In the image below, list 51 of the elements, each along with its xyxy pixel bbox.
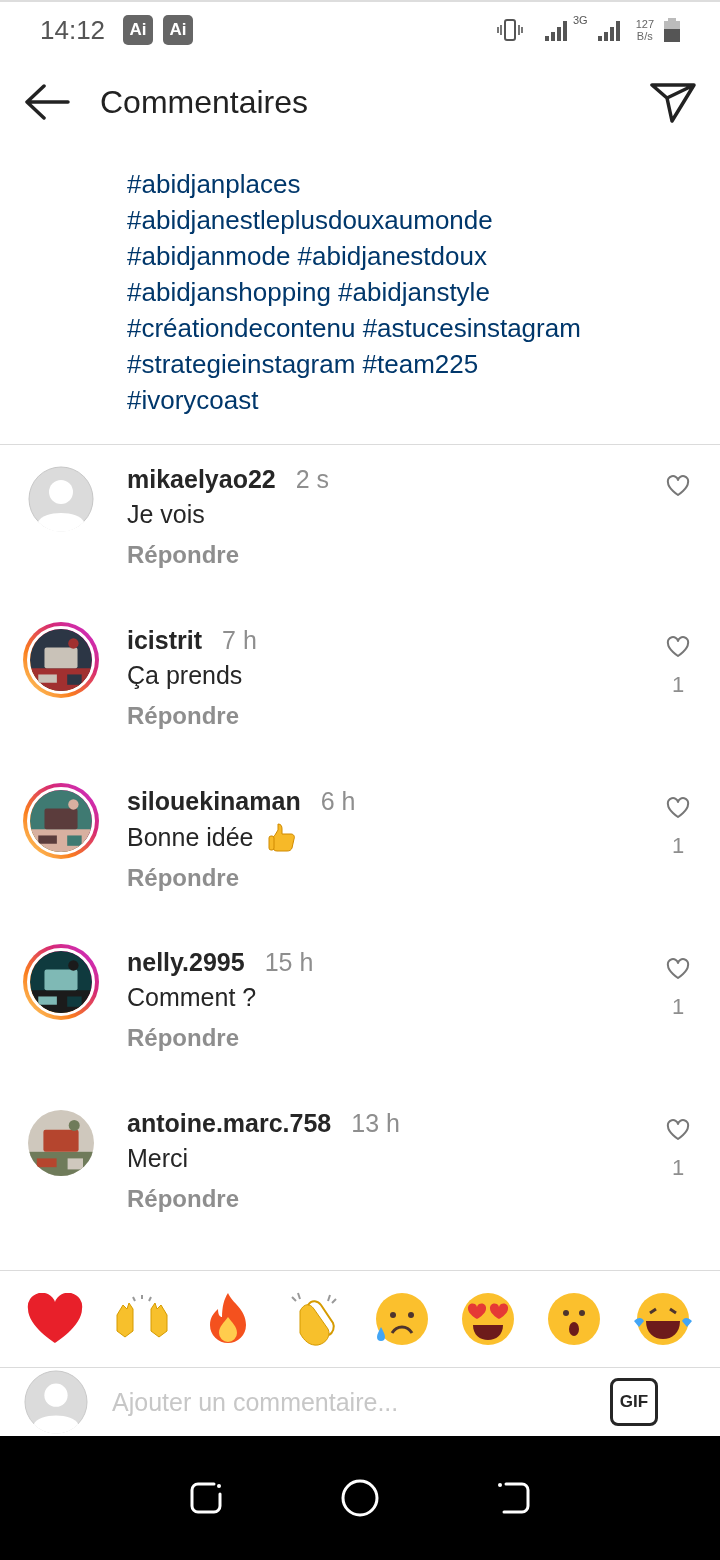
username[interactable]: mikaelyao22 <box>127 465 276 494</box>
hashtag-line[interactable]: #abidjanplaces <box>127 166 720 202</box>
comment-text: Ça prends <box>127 661 243 690</box>
battery-icon <box>664 18 680 42</box>
username[interactable]: nelly.2995 <box>127 948 245 977</box>
hashtag-line[interactable]: #abidjanmode #abidjanestdoux <box>127 238 720 274</box>
heart-icon[interactable] <box>666 636 690 658</box>
comment-input[interactable]: Ajouter un commentaire... <box>110 1386 588 1418</box>
like-count: 1 <box>671 833 685 859</box>
username[interactable]: antoine.marc.758 <box>127 1109 332 1138</box>
comment-text: Merci <box>127 1144 189 1173</box>
heart-icon[interactable] <box>666 1119 690 1141</box>
comment-time: 2 s <box>295 465 330 494</box>
like-count: 1 <box>671 1155 685 1181</box>
hashtag-line[interactable]: #abidjanshopping #abidjanstyle <box>127 274 720 310</box>
heart-icon[interactable] <box>666 797 690 819</box>
page-title: Commentaires <box>100 83 309 121</box>
gif-button[interactable]: GIF <box>610 1378 658 1426</box>
hashtag-line[interactable]: #abidjanestleplusdouxaumonde <box>127 202 720 238</box>
comment-text: Comment ? <box>127 983 257 1012</box>
thumbs-up-icon <box>267 822 296 852</box>
username[interactable]: icistrit <box>127 626 203 655</box>
send-icon[interactable] <box>650 81 696 123</box>
notification-badge: Ai <box>123 15 154 45</box>
like-count: 1 <box>671 672 685 698</box>
hashtag-line[interactable]: #créationdecontenu #astucesinstagram <box>127 310 720 346</box>
vibrate-icon <box>496 18 523 42</box>
back-icon[interactable] <box>24 84 70 120</box>
comment-time: 15 h <box>264 948 314 977</box>
laughing-face-icon[interactable] <box>631 1291 694 1347</box>
status-time: 14:12 <box>40 14 106 46</box>
comment-time: 6 h <box>320 787 356 816</box>
comment-text: Je vois <box>127 500 205 529</box>
recents-icon[interactable] <box>188 1480 225 1516</box>
speed-value: 127 <box>635 18 654 30</box>
heart-icon[interactable] <box>666 475 690 497</box>
comment-time: 13 h <box>351 1109 400 1138</box>
like-count: 1 <box>671 994 685 1020</box>
network-type: 3G <box>572 14 588 26</box>
heart-icon[interactable] <box>26 1293 84 1345</box>
back-icon[interactable] <box>495 1480 532 1516</box>
avatar-icon <box>24 1370 88 1434</box>
username[interactable]: silouekinaman <box>127 787 301 816</box>
speed-unit: B/s <box>636 30 653 42</box>
comment-text: Bonne idée <box>127 822 254 852</box>
notification-badge: Ai <box>163 15 194 45</box>
comment-time: 7 h <box>222 626 257 655</box>
heart-icon[interactable] <box>666 958 690 980</box>
hashtag-line[interactable]: #strategieinstagram #team225 <box>127 346 720 382</box>
hashtag-line[interactable]: #ivorycoast <box>127 382 720 418</box>
home-icon[interactable] <box>341 1479 379 1517</box>
